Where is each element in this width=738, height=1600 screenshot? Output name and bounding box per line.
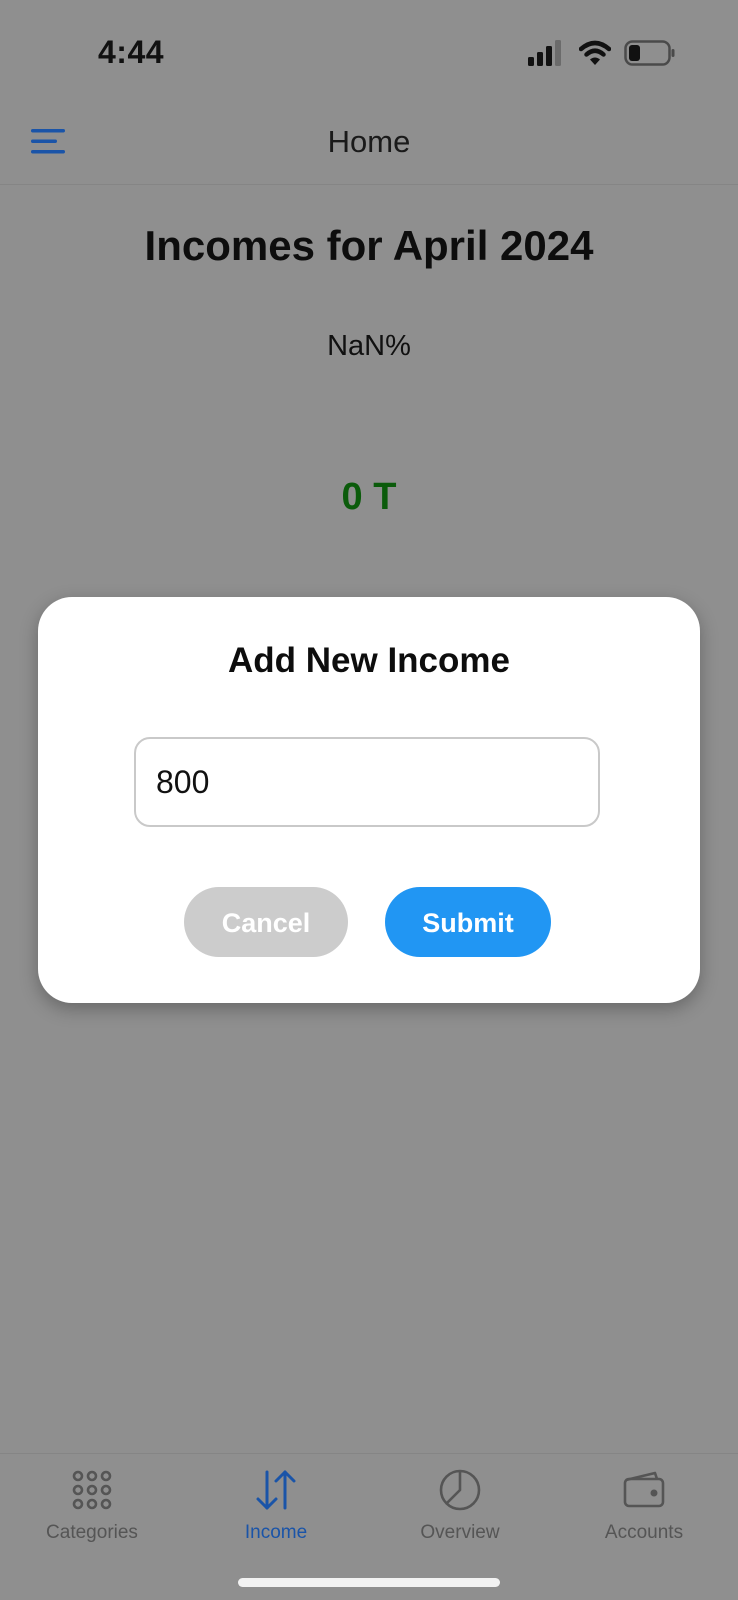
wifi-icon xyxy=(579,40,611,65)
tab-overview[interactable]: Overview xyxy=(368,1454,552,1564)
home-indicator[interactable] xyxy=(238,1578,500,1587)
top-app-bar: Home xyxy=(0,100,738,185)
cancel-button[interactable]: Cancel xyxy=(184,887,348,957)
grid-dots-icon xyxy=(72,1470,112,1510)
dialog-title: Add New Income xyxy=(228,641,510,680)
tab-categories[interactable]: Categories xyxy=(0,1454,184,1564)
tab-label-income: Income xyxy=(244,1522,308,1543)
wallet-icon xyxy=(623,1471,665,1508)
pie-chart-icon xyxy=(439,1469,481,1511)
income-total: 0 T xyxy=(341,476,397,518)
submit-button[interactable]: Submit xyxy=(385,887,551,957)
tab-accounts[interactable]: Accounts xyxy=(552,1454,736,1564)
income-percent: NaN% xyxy=(327,330,411,362)
page-heading: Incomes for April 2024 xyxy=(144,222,594,269)
header-title: Home xyxy=(327,124,411,159)
tab-label-overview: Overview xyxy=(420,1522,500,1543)
app-screen: 4:44 Home Incomes for April 2024 NaN% 0 … xyxy=(0,0,738,1600)
tab-label-accounts: Accounts xyxy=(604,1522,684,1543)
status-bar: 4:44 xyxy=(0,0,738,100)
tab-label-categories: Categories xyxy=(46,1522,138,1543)
status-time: 4:44 xyxy=(98,34,165,70)
battery-icon xyxy=(624,40,675,66)
add-income-dialog: Add New Income Cancel Submit xyxy=(38,597,700,1003)
tab-income[interactable]: Income xyxy=(184,1454,368,1564)
cellular-signal-icon xyxy=(528,40,561,66)
arrows-swap-icon xyxy=(256,1470,296,1510)
income-amount-input[interactable] xyxy=(134,737,600,827)
